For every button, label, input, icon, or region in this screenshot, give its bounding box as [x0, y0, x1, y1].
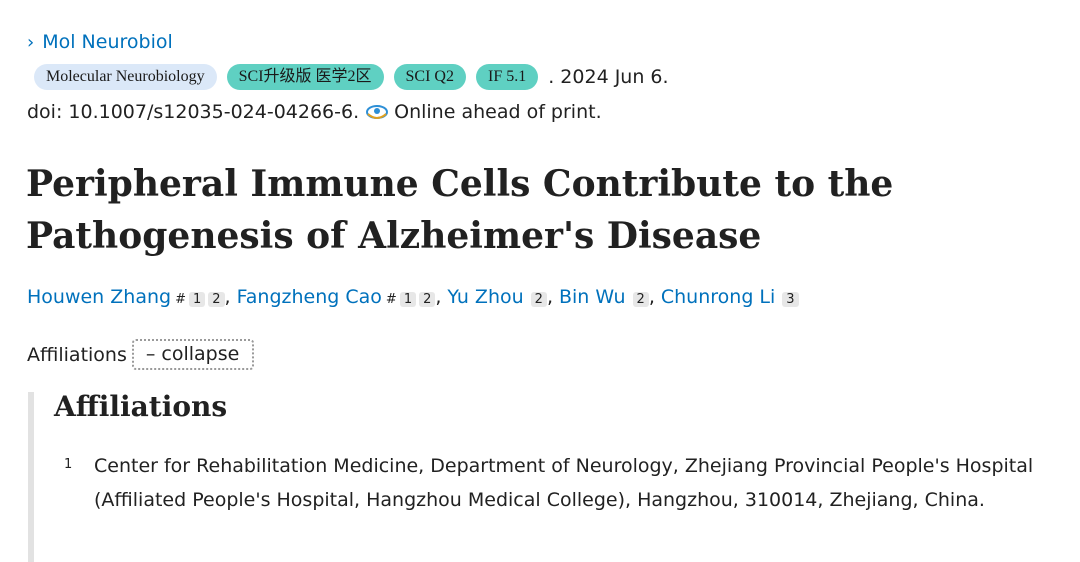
journal-name[interactable]: Mol Neurobiol [42, 31, 173, 53]
doi-text: doi: 10.1007/s12035-024-04266-6. [27, 101, 360, 123]
author-link[interactable]: Fangzheng Cao [237, 286, 382, 308]
affiliation-number: 1 [64, 457, 73, 472]
eye-epub-icon [366, 105, 389, 119]
affiliations-heading: Affiliations [54, 390, 228, 423]
author-affil-refs: #1 2 [386, 292, 436, 307]
affiliations-panel: Affiliations 1 Center for Rehabilitation… [28, 390, 1064, 562]
author-affil-refs: 2 [630, 292, 649, 307]
affiliation-item: 1 Center for Rehabilitation Medicine, De… [64, 452, 1044, 517]
author-affil-refs: #1 2 [175, 292, 225, 307]
sci-upgrade-badge[interactable]: SCI升级版 医学2区 [226, 64, 384, 90]
publication-date: . 2024 Jun 6. [548, 66, 669, 88]
author-affil-refs: 3 [779, 292, 799, 307]
affiliations-toggle-row: Affiliations – collapse [27, 339, 255, 370]
online-ahead-text: Online ahead of print. [394, 101, 602, 123]
journal-badges: Molecular Neurobiology SCI升级版 医学2区 SCI Q… [34, 64, 669, 90]
author-link[interactable]: Bin Wu [559, 286, 626, 308]
article-title: Peripheral Immune Cells Contribute to th… [26, 163, 894, 257]
author-link[interactable]: Houwen Zhang [27, 286, 171, 308]
author-affil-refs: 2 [528, 292, 547, 307]
impact-factor-badge[interactable]: IF 5.1 [475, 64, 539, 90]
affiliations-label: Affiliations [27, 343, 127, 366]
collapse-button[interactable]: – collapse [131, 339, 255, 370]
affiliation-text: Center for Rehabilitation Medicine, Depa… [94, 455, 1034, 511]
journal-full-name-badge[interactable]: Molecular Neurobiology [34, 64, 217, 90]
author-list: Houwen Zhang #1 2 , Fangzheng Cao #1 2 , Y… [27, 286, 799, 308]
author-link[interactable]: Yu Zhou [447, 286, 523, 308]
doi-row: doi: 10.1007/s12035-024-04266-6. Online … [27, 101, 602, 123]
chevron-right-icon: › [27, 31, 35, 53]
journal-link[interactable]: › Mol Neurobiol [27, 31, 173, 53]
sci-quartile-badge[interactable]: SCI Q2 [393, 64, 466, 90]
author-link[interactable]: Chunrong Li [661, 286, 775, 308]
